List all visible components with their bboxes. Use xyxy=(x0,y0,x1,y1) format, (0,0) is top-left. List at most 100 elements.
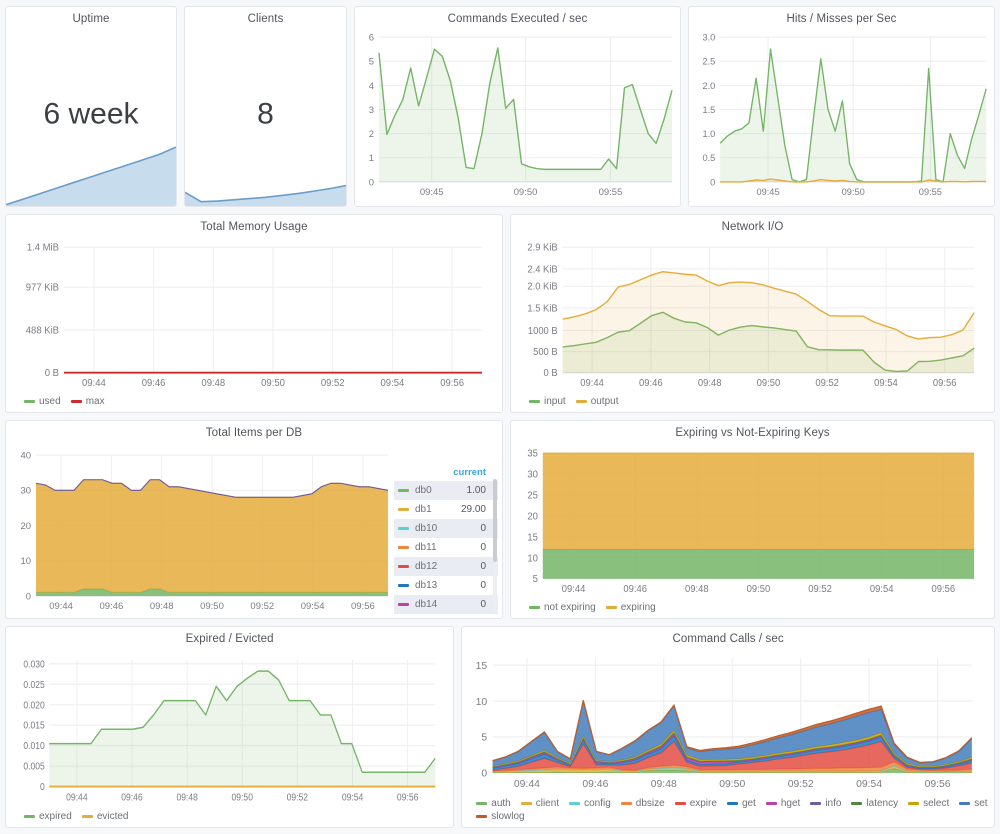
panel-title-total-memory-usage: Total Memory Usage xyxy=(200,221,308,234)
legend-item-max[interactable]: max xyxy=(70,396,105,407)
legend-swatch-icon xyxy=(398,489,409,493)
legend-command-calls[interactable]: auth client config dbsize expire get hget info l… xyxy=(462,795,994,827)
legend-swatch-icon xyxy=(810,802,822,805)
legend-label: config xyxy=(584,798,611,809)
legend-expiring-vs-not-expiring[interactable]: not expiring expiring xyxy=(511,599,994,618)
panel-hits-misses[interactable]: Hits / Misses per Sec 0 0.5 1.0 1.5 2.0 2.5 3.… xyxy=(688,6,995,208)
legend-swatch-icon xyxy=(674,802,686,805)
legend-item-client[interactable]: client xyxy=(520,798,559,809)
svg-text:09:52: 09:52 xyxy=(287,792,308,803)
svg-text:09:56: 09:56 xyxy=(932,584,956,595)
svg-text:2.9 KiB: 2.9 KiB xyxy=(527,243,557,254)
panel-clients[interactable]: Clients 8 xyxy=(184,6,347,208)
legend-item-latency[interactable]: latency xyxy=(851,798,898,809)
legend-label: dbsize xyxy=(635,798,665,809)
clients-sparkline xyxy=(185,144,346,207)
legend-series-name: db10 xyxy=(415,523,438,535)
legend-item-expired[interactable]: expired xyxy=(24,811,72,822)
legend-item-expiring[interactable]: expiring xyxy=(605,602,656,613)
svg-text:09:45: 09:45 xyxy=(756,186,779,197)
svg-text:09:48: 09:48 xyxy=(685,584,709,595)
svg-text:09:44: 09:44 xyxy=(580,378,604,389)
svg-text:09:50: 09:50 xyxy=(232,792,253,803)
svg-text:2: 2 xyxy=(369,129,374,140)
svg-text:500 B: 500 B xyxy=(533,347,558,358)
legend-item-slowlog[interactable]: slowlog xyxy=(476,811,525,822)
legend-table-row[interactable]: db12 0 xyxy=(394,557,498,577)
legend-table-row[interactable]: db13 0 xyxy=(394,576,498,595)
legend-total-memory-usage[interactable]: used max xyxy=(6,393,502,412)
legend-item-select[interactable]: select xyxy=(908,798,949,809)
legend-table-row[interactable]: db1 29.00 xyxy=(394,500,498,519)
legend-scrollbar-track[interactable] xyxy=(493,479,497,613)
svg-text:488 KiB: 488 KiB xyxy=(26,325,59,336)
legend-item-set[interactable]: set xyxy=(959,798,988,809)
svg-text:09:55: 09:55 xyxy=(599,187,623,198)
legend-item-dbsize[interactable]: dbsize xyxy=(620,798,665,809)
legend-label: select xyxy=(923,798,950,809)
svg-text:1.0: 1.0 xyxy=(702,128,715,139)
panel-command-calls[interactable]: Command Calls / sec 0 5 10 15 09:44 09:46 09:4… xyxy=(461,626,995,828)
svg-text:0: 0 xyxy=(26,592,31,603)
legend-table-row[interactable]: db11 0 xyxy=(394,538,498,557)
svg-text:09:54: 09:54 xyxy=(381,378,405,389)
legend-network-io[interactable]: input output xyxy=(511,393,994,412)
svg-text:09:46: 09:46 xyxy=(639,378,663,389)
legend-item-auth[interactable]: auth xyxy=(476,798,511,809)
legend-item-input[interactable]: input xyxy=(529,396,566,407)
legend-swatch-icon xyxy=(605,606,617,610)
panel-total-items-per-db[interactable]: Total Items per DB 0 10 20 30 40 09:44 09:46 09… xyxy=(5,420,503,620)
svg-text:09:50: 09:50 xyxy=(747,584,771,595)
legend-label: output xyxy=(590,396,619,408)
svg-text:15: 15 xyxy=(476,661,488,672)
legend-swatch-icon xyxy=(398,565,409,569)
legend-table-row[interactable]: db150 xyxy=(394,614,498,616)
panel-uptime[interactable]: Uptime 6 week xyxy=(5,6,177,208)
legend-item-used[interactable]: used xyxy=(24,396,61,407)
svg-text:09:48: 09:48 xyxy=(651,779,677,790)
legend-item-hget[interactable]: hget xyxy=(765,798,800,809)
svg-text:09:44: 09:44 xyxy=(514,779,540,790)
svg-text:15: 15 xyxy=(527,532,537,543)
svg-text:09:44: 09:44 xyxy=(82,378,106,389)
panel-network-io[interactable]: Network I/O 0 B 500 B 1000 B 1.5 KiB 2.0 KiB… xyxy=(510,214,995,414)
legend-swatch-icon xyxy=(398,603,409,607)
legend-item-not-expiring[interactable]: not expiring xyxy=(529,602,596,613)
svg-text:09:50: 09:50 xyxy=(757,378,781,389)
svg-text:0 B: 0 B xyxy=(45,368,59,379)
svg-text:09:56: 09:56 xyxy=(933,378,957,389)
legend-series-name: db12 xyxy=(415,561,438,573)
legend-series-current-value: 0 xyxy=(480,561,486,573)
svg-text:0: 0 xyxy=(482,769,488,780)
legend-table-rows[interactable]: db0 1.00 db1 29.00 db10 0 db11 0 db12 0 db13 0 db14 0… xyxy=(394,481,498,616)
legend-series-current-value: 0 xyxy=(480,580,486,592)
svg-text:09:46: 09:46 xyxy=(623,584,647,595)
legend-table-total-items-per-db[interactable]: current db0 1.00 db1 29.00 db10 0 db11 0 db12 0 db… xyxy=(394,465,498,616)
svg-text:09:52: 09:52 xyxy=(321,378,345,389)
legend-item-info[interactable]: info xyxy=(810,798,841,809)
legend-series-current-value: 0 xyxy=(480,599,486,611)
panel-expiring-vs-not-expiring[interactable]: Expiring vs Not-Expiring Keys 5 10 15 20 25 3… xyxy=(510,420,995,620)
legend-item-evicted[interactable]: evicted xyxy=(81,811,129,822)
legend-expired-evicted[interactable]: expired evicted xyxy=(6,808,453,827)
svg-text:1.5: 1.5 xyxy=(702,104,715,115)
panel-expired-evicted[interactable]: Expired / Evicted 0 0.005 0.010 0.015 0.020 0… xyxy=(5,626,455,828)
legend-item-expire[interactable]: expire xyxy=(674,798,717,809)
svg-text:3.0: 3.0 xyxy=(702,31,715,42)
svg-text:977 KiB: 977 KiB xyxy=(26,283,59,294)
legend-item-get[interactable]: get xyxy=(726,798,756,809)
svg-text:09:56: 09:56 xyxy=(397,792,418,803)
legend-table-row[interactable]: db0 1.00 xyxy=(394,481,498,501)
svg-text:2.0: 2.0 xyxy=(702,80,715,91)
legend-swatch-icon xyxy=(908,802,920,805)
panel-body-total-memory-usage: 0 B 488 KiB 977 KiB 1.4 MiB 09:44 09:46 09:48 0… xyxy=(6,235,502,393)
panel-commands-executed[interactable]: Commands Executed / sec 0 1 2 3 4 5 6 09:45 09:5… xyxy=(354,6,681,208)
legend-item-output[interactable]: output xyxy=(575,396,619,408)
panel-total-memory-usage[interactable]: Total Memory Usage 0 B 488 KiB 977 KiB 1.4 … xyxy=(5,214,503,414)
legend-swatch-icon xyxy=(398,508,409,512)
legend-table-row[interactable]: db14 0 xyxy=(394,595,498,615)
legend-table-row[interactable]: db10 0 xyxy=(394,519,498,539)
svg-text:09:56: 09:56 xyxy=(440,378,464,389)
legend-scrollbar-thumb[interactable] xyxy=(493,479,497,562)
legend-item-config[interactable]: config xyxy=(569,798,611,809)
